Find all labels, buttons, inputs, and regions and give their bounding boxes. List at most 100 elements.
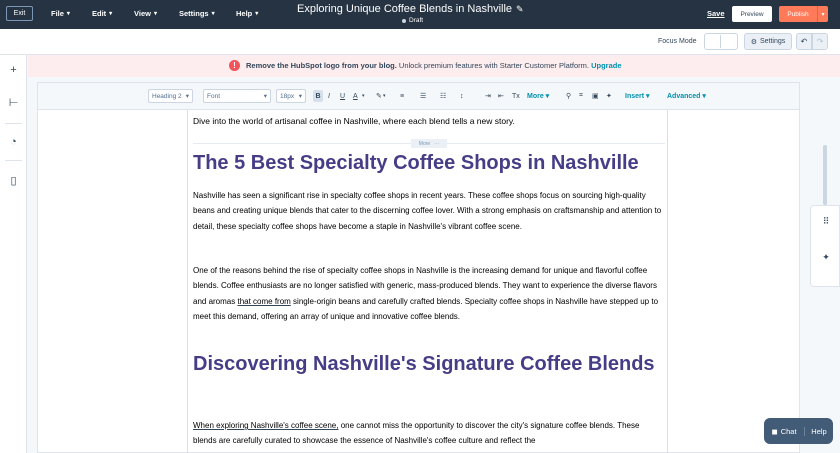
chevron-down-icon: ▾ <box>255 11 259 17</box>
content-boundary-left <box>187 110 188 453</box>
bulleted-list-icon[interactable]: ☰ <box>420 90 426 102</box>
focus-mode-label: Focus Mode <box>658 38 697 45</box>
editor-scrollbar[interactable] <box>823 145 827 205</box>
image-icon[interactable]: ▣ <box>592 90 599 102</box>
paragraph-1[interactable]: Nashville has seen a significant rise in… <box>193 188 665 234</box>
toggle-knob <box>706 35 721 48</box>
top-bar: Exit File ▾ Edit ▾ View ▾ Settings ▾ Help ▾ E… <box>0 0 840 29</box>
code-icon[interactable]: ⌗ <box>579 90 583 102</box>
upgrade-banner: ! Remove the HubSpot logo from your blog… <box>28 55 840 77</box>
blog-body[interactable]: Dive into the world of artisanal coffee … <box>193 114 665 445</box>
settings-button-label: Settings <box>759 38 786 45</box>
upgrade-link[interactable]: Upgrade <box>591 61 621 70</box>
more-menu-label: More <box>527 93 544 100</box>
banner-bold-text: Remove the HubSpot logo from your blog. <box>246 61 397 70</box>
insert-menu-button[interactable]: Insert ▾ <box>625 92 650 100</box>
chevron-down-icon[interactable]: ▾ <box>362 90 365 102</box>
font-select[interactable]: Font ▾ <box>203 89 271 103</box>
italic-button[interactable]: I <box>328 90 330 102</box>
heading-signature-blends[interactable]: Discovering Nashville's Signature Coffee… <box>193 351 663 377</box>
menu-edit[interactable]: Edit ▾ <box>92 9 112 18</box>
numbered-list-icon[interactable]: ☷ <box>440 90 446 102</box>
menu-settings[interactable]: Settings ▾ <box>179 9 215 18</box>
link-icon[interactable]: ⚲ <box>566 90 571 102</box>
exit-button[interactable]: Exit <box>6 6 33 21</box>
editor-header-bar: Focus Mode ⚙ Settings ↶ ↷ <box>0 29 840 55</box>
underline-button[interactable]: U <box>340 90 345 102</box>
ellipsis-icon: ··· <box>434 140 440 147</box>
chevron-down-icon: ▾ <box>185 93 189 100</box>
menu-help[interactable]: Help ▾ <box>236 9 258 18</box>
undo-icon: ↶ <box>800 37 808 46</box>
right-side-panel: ⠿ ✦ <box>810 205 840 287</box>
add-icon[interactable]: + <box>6 62 21 77</box>
menu-edit-label: Edit <box>92 9 107 18</box>
focus-mode-toggle[interactable] <box>704 33 738 50</box>
align-icon[interactable]: ≡ <box>400 90 404 102</box>
indent-icon[interactable]: ⇥ <box>485 90 491 102</box>
size-select[interactable]: 18px ▾ <box>276 89 306 103</box>
size-select-value: 18px <box>280 92 295 100</box>
chevron-down-icon: ▾ <box>153 11 157 17</box>
save-button[interactable]: Save <box>707 9 725 18</box>
menu-view-label: View <box>134 9 151 18</box>
heading-best-shops[interactable]: The 5 Best Specialty Coffee Shops in Nas… <box>193 150 665 176</box>
editor-frame: Heading 2 ▾ Font ▾ 18px ▾ B I U A ▾ ✎ ▾ ≡ ☰… <box>37 82 800 453</box>
structure-tree-icon[interactable]: ⊢ <box>6 95 21 110</box>
preview-button[interactable]: Preview <box>732 6 772 22</box>
chevron-down-icon: ▾ <box>211 11 215 17</box>
ai-sparkle-icon[interactable]: ✦ <box>606 90 612 102</box>
read-more-tag[interactable]: More ··· <box>411 139 447 148</box>
rich-text-toolbar: Heading 2 ▾ Font ▾ 18px ▾ B I U A ▾ ✎ ▾ ≡ ☰… <box>38 83 799 110</box>
ai-sparkle-icon[interactable]: ✦ <box>819 250 833 264</box>
more-menu-button[interactable]: More ▾ <box>527 92 549 100</box>
chevron-down-icon[interactable]: ▾ <box>383 90 386 102</box>
settings-button[interactable]: ⚙ Settings <box>744 33 792 50</box>
outdent-icon[interactable]: ⇤ <box>498 90 504 102</box>
chat-widget: ◼ Chat Help <box>764 418 833 444</box>
pencil-icon[interactable]: ✎ <box>516 4 524 14</box>
heading-select[interactable]: Heading 2 ▾ <box>148 89 193 103</box>
read-more-label: More <box>418 140 431 147</box>
insert-menu-label: Insert <box>625 93 645 100</box>
highlight-icon[interactable]: ✎ <box>376 90 382 102</box>
grid-dots-icon[interactable]: ⠿ <box>819 214 833 228</box>
chevron-down-icon: ▾ <box>263 93 267 100</box>
undo-button[interactable]: ↶ <box>796 33 812 50</box>
status-text: Draft <box>409 17 424 24</box>
publish-button[interactable]: Publish <box>779 6 817 22</box>
menu-help-label: Help <box>236 9 253 18</box>
document-icon[interactable]: ▯ <box>6 173 21 188</box>
heading-select-value: Heading 2 <box>152 92 182 100</box>
redo-icon: ↷ <box>816 37 824 46</box>
font-select-value: Font <box>207 92 221 100</box>
menu-settings-label: Settings <box>179 9 209 18</box>
status-dot-icon <box>402 18 406 23</box>
chat-label: Chat <box>780 426 797 436</box>
publish-dropdown-button[interactable]: ▾ <box>817 6 828 22</box>
post-title[interactable]: Exploring Unique Coffee Blends in Nashvi… <box>297 3 537 15</box>
banner-body-text: Unlock premium features with Starter Cus… <box>396 61 589 70</box>
bold-button[interactable]: B <box>313 90 323 102</box>
menu-view[interactable]: View ▾ <box>134 9 157 18</box>
clear-format-icon[interactable]: Tx <box>512 90 520 102</box>
status-badge: Draft <box>402 17 423 24</box>
gear-icon: ⚙ <box>750 38 757 46</box>
left-sidebar: + ⊢ ◔ ▯ <box>0 55 27 453</box>
chevron-down-icon: ▾ <box>66 11 70 17</box>
content-boundary-right <box>667 110 668 453</box>
paragraph-3[interactable]: When exploring Nashville's coffee scene,… <box>193 418 665 453</box>
paragraph-2[interactable]: One of the reasons behind the rise of sp… <box>193 263 665 325</box>
chevron-down-icon: ▾ <box>821 11 825 18</box>
intro-text[interactable]: Dive into the world of artisanal coffee … <box>193 114 665 128</box>
text-color-button[interactable]: A <box>353 90 358 102</box>
chat-bubble-icon: ◼ <box>771 426 778 436</box>
optimize-gauge-icon[interactable]: ◔ <box>6 134 21 149</box>
menu-file[interactable]: File ▾ <box>51 9 70 18</box>
chat-button[interactable]: ◼ Chat <box>764 427 804 436</box>
advanced-menu-button[interactable]: Advanced ▾ <box>667 92 706 100</box>
line-height-icon[interactable]: ↕ <box>460 90 464 102</box>
help-button[interactable]: Help <box>804 426 833 436</box>
menu-file-label: File <box>51 9 64 18</box>
redo-button[interactable]: ↷ <box>812 33 828 50</box>
